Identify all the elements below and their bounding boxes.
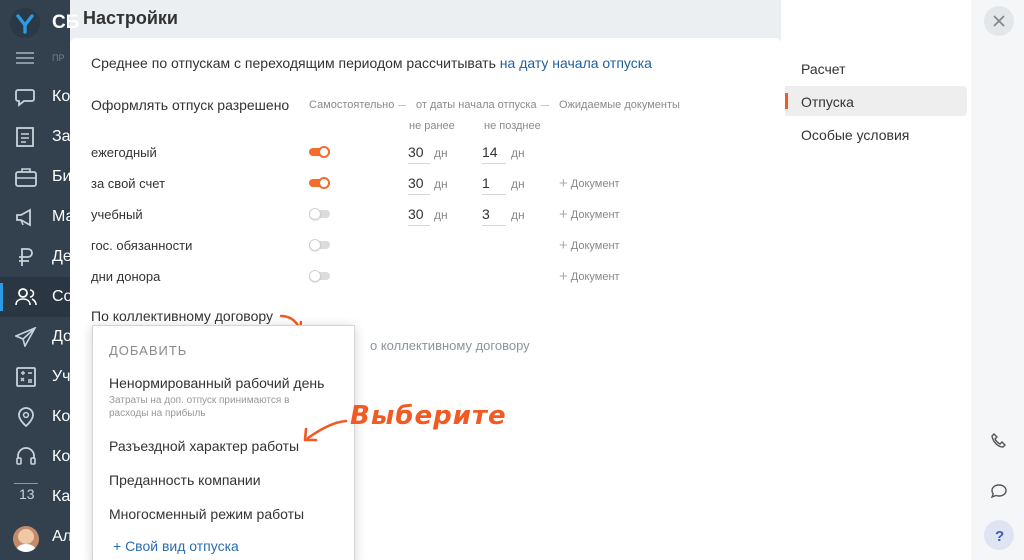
app-name: СБ (52, 12, 80, 33)
average-setting: Среднее по отпускам с переходящим период… (91, 55, 652, 71)
not-earlier-input-study[interactable]: 30 (408, 206, 430, 226)
plus-icon: + (559, 237, 568, 254)
people-icon (15, 288, 37, 306)
annotation-arrow-icon (303, 419, 348, 442)
unit-label: дн (511, 208, 525, 222)
col-from-start: от даты начала отпуска (416, 99, 537, 111)
header-divider (398, 105, 406, 106)
avatar (13, 526, 39, 552)
megaphone-icon (16, 208, 31, 227)
col-not-later: не позднее (484, 120, 541, 132)
sidebar-item-employees[interactable]: Сот (0, 277, 70, 317)
not-earlier-input-annual[interactable]: 30 (408, 144, 430, 164)
add-document-button[interactable]: + Документ (559, 206, 620, 223)
svg-text:?: ? (995, 528, 1004, 543)
collective-agreement-label: По коллективному договору (91, 308, 273, 324)
section-label: ПР (52, 53, 65, 63)
average-date-link[interactable]: на дату начала отпуска (500, 55, 652, 71)
help-button[interactable]: ? (984, 520, 1014, 550)
not-later-input-annual[interactable]: 14 (482, 144, 506, 164)
leave-type-annual: ежегодный (91, 145, 157, 160)
sidebar-item-contacts[interactable]: Кон (0, 77, 70, 117)
allowed-label: Оформлять отпуск разрешено (91, 97, 290, 113)
close-icon (993, 15, 1005, 27)
self-toggle-donor[interactable] (309, 270, 330, 282)
leave-type-study: учебный (91, 207, 143, 222)
plus-icon: + (559, 206, 568, 223)
not-later-input-study[interactable]: 3 (482, 206, 506, 226)
send-icon (15, 327, 37, 347)
settings-nav: Расчет Отпуска Особые условия (781, 0, 971, 560)
sidebar-item-counterparties[interactable]: Кон (0, 397, 70, 437)
call-button[interactable] (984, 426, 1014, 456)
headset-icon (16, 447, 36, 465)
sidebar-item-accounting[interactable]: Уче (0, 357, 70, 397)
unit-label: дн (511, 146, 525, 160)
calendar-icon (14, 483, 38, 484)
sidebar-item-tasks[interactable]: Зад (0, 117, 70, 157)
chat-bubble-icon (991, 484, 1007, 499)
plus-icon: + (559, 175, 568, 192)
self-toggle-unpaid[interactable] (309, 177, 330, 189)
add-collective-link[interactable]: о коллективному договору (370, 338, 530, 353)
sidebar-item-calendar[interactable]: 13 Кал (0, 477, 70, 517)
question-icon: ? (995, 528, 1004, 543)
col-not-earlier: не ранее (409, 120, 455, 132)
custom-leave-button[interactable]: + Свой вид отпуска (113, 538, 239, 554)
map-pin-icon (18, 407, 34, 427)
sidebar-item-money[interactable]: Ден (0, 237, 70, 277)
left-sidebar: СБ ПР Кон Зад Биз Мар Ден Сот Док Уче Ко… (0, 0, 79, 560)
dropdown-item-irregular-hours[interactable]: Ненормированный рабочий день (109, 375, 324, 391)
self-toggle-annual[interactable] (309, 146, 330, 158)
nav-item-calculation[interactable]: Расчет (785, 53, 967, 83)
not-earlier-input-unpaid[interactable]: 30 (408, 175, 430, 195)
dropdown-item-multishift[interactable]: Многосменный режим работы (109, 506, 304, 522)
self-toggle-civic[interactable] (309, 239, 330, 251)
header-divider (541, 105, 549, 106)
calendar-day: 13 (19, 486, 35, 502)
not-later-input-unpaid[interactable]: 1 (482, 175, 506, 195)
leave-type-civic: гос. обязанности (91, 238, 193, 253)
nav-item-special-conditions[interactable]: Особые условия (785, 119, 967, 149)
dropdown-item-traveling-work[interactable]: Разъездной характер работы (109, 438, 299, 454)
average-setting-label: Среднее по отпускам с переходящим период… (91, 55, 496, 71)
page-title: Настройки (83, 8, 178, 28)
annotation-text: Выберите (350, 401, 507, 431)
briefcase-icon (15, 168, 37, 187)
add-document-button[interactable]: + Документ (559, 268, 620, 285)
close-button[interactable] (984, 6, 1014, 36)
calculator-icon (16, 367, 36, 387)
sidebar-item-marketing[interactable]: Мар (0, 197, 70, 237)
add-document-button[interactable]: + Документ (559, 237, 620, 254)
plus-icon: + (559, 268, 568, 285)
dropdown-header: ДОБАВИТЬ (109, 343, 188, 358)
dropdown-item-company-loyalty[interactable]: Преданность компании (109, 472, 261, 488)
logo-icon[interactable] (10, 8, 40, 38)
unit-label: дн (434, 208, 448, 222)
ruble-icon (19, 248, 33, 266)
unit-label: дн (434, 177, 448, 191)
leave-type-unpaid: за свой счет (91, 176, 166, 191)
checklist-icon (16, 127, 34, 147)
sidebar-item-profile[interactable]: Ал (0, 517, 70, 557)
self-toggle-study[interactable] (309, 208, 330, 220)
chat-button[interactable] (984, 476, 1014, 506)
col-self: Самостоятельно (309, 99, 395, 111)
leave-type-donor: дни донора (91, 269, 161, 284)
menu-icon[interactable] (16, 52, 34, 64)
sidebar-item-documents[interactable]: Док (0, 317, 70, 357)
col-docs: Ожидаемые документы (559, 99, 680, 111)
phone-icon (991, 433, 1006, 448)
dropdown-item-hint: Затраты на доп. отпуск принимаются в рас… (109, 395, 290, 419)
unit-label: дн (434, 146, 448, 160)
unit-label: дн (511, 177, 525, 191)
sidebar-item-support[interactable]: Кон (0, 437, 70, 477)
add-document-button[interactable]: + Документ (559, 175, 620, 192)
chat-icon (15, 89, 35, 107)
sidebar-item-business[interactable]: Биз (0, 157, 70, 197)
nav-item-leaves[interactable]: Отпуска (785, 86, 967, 116)
